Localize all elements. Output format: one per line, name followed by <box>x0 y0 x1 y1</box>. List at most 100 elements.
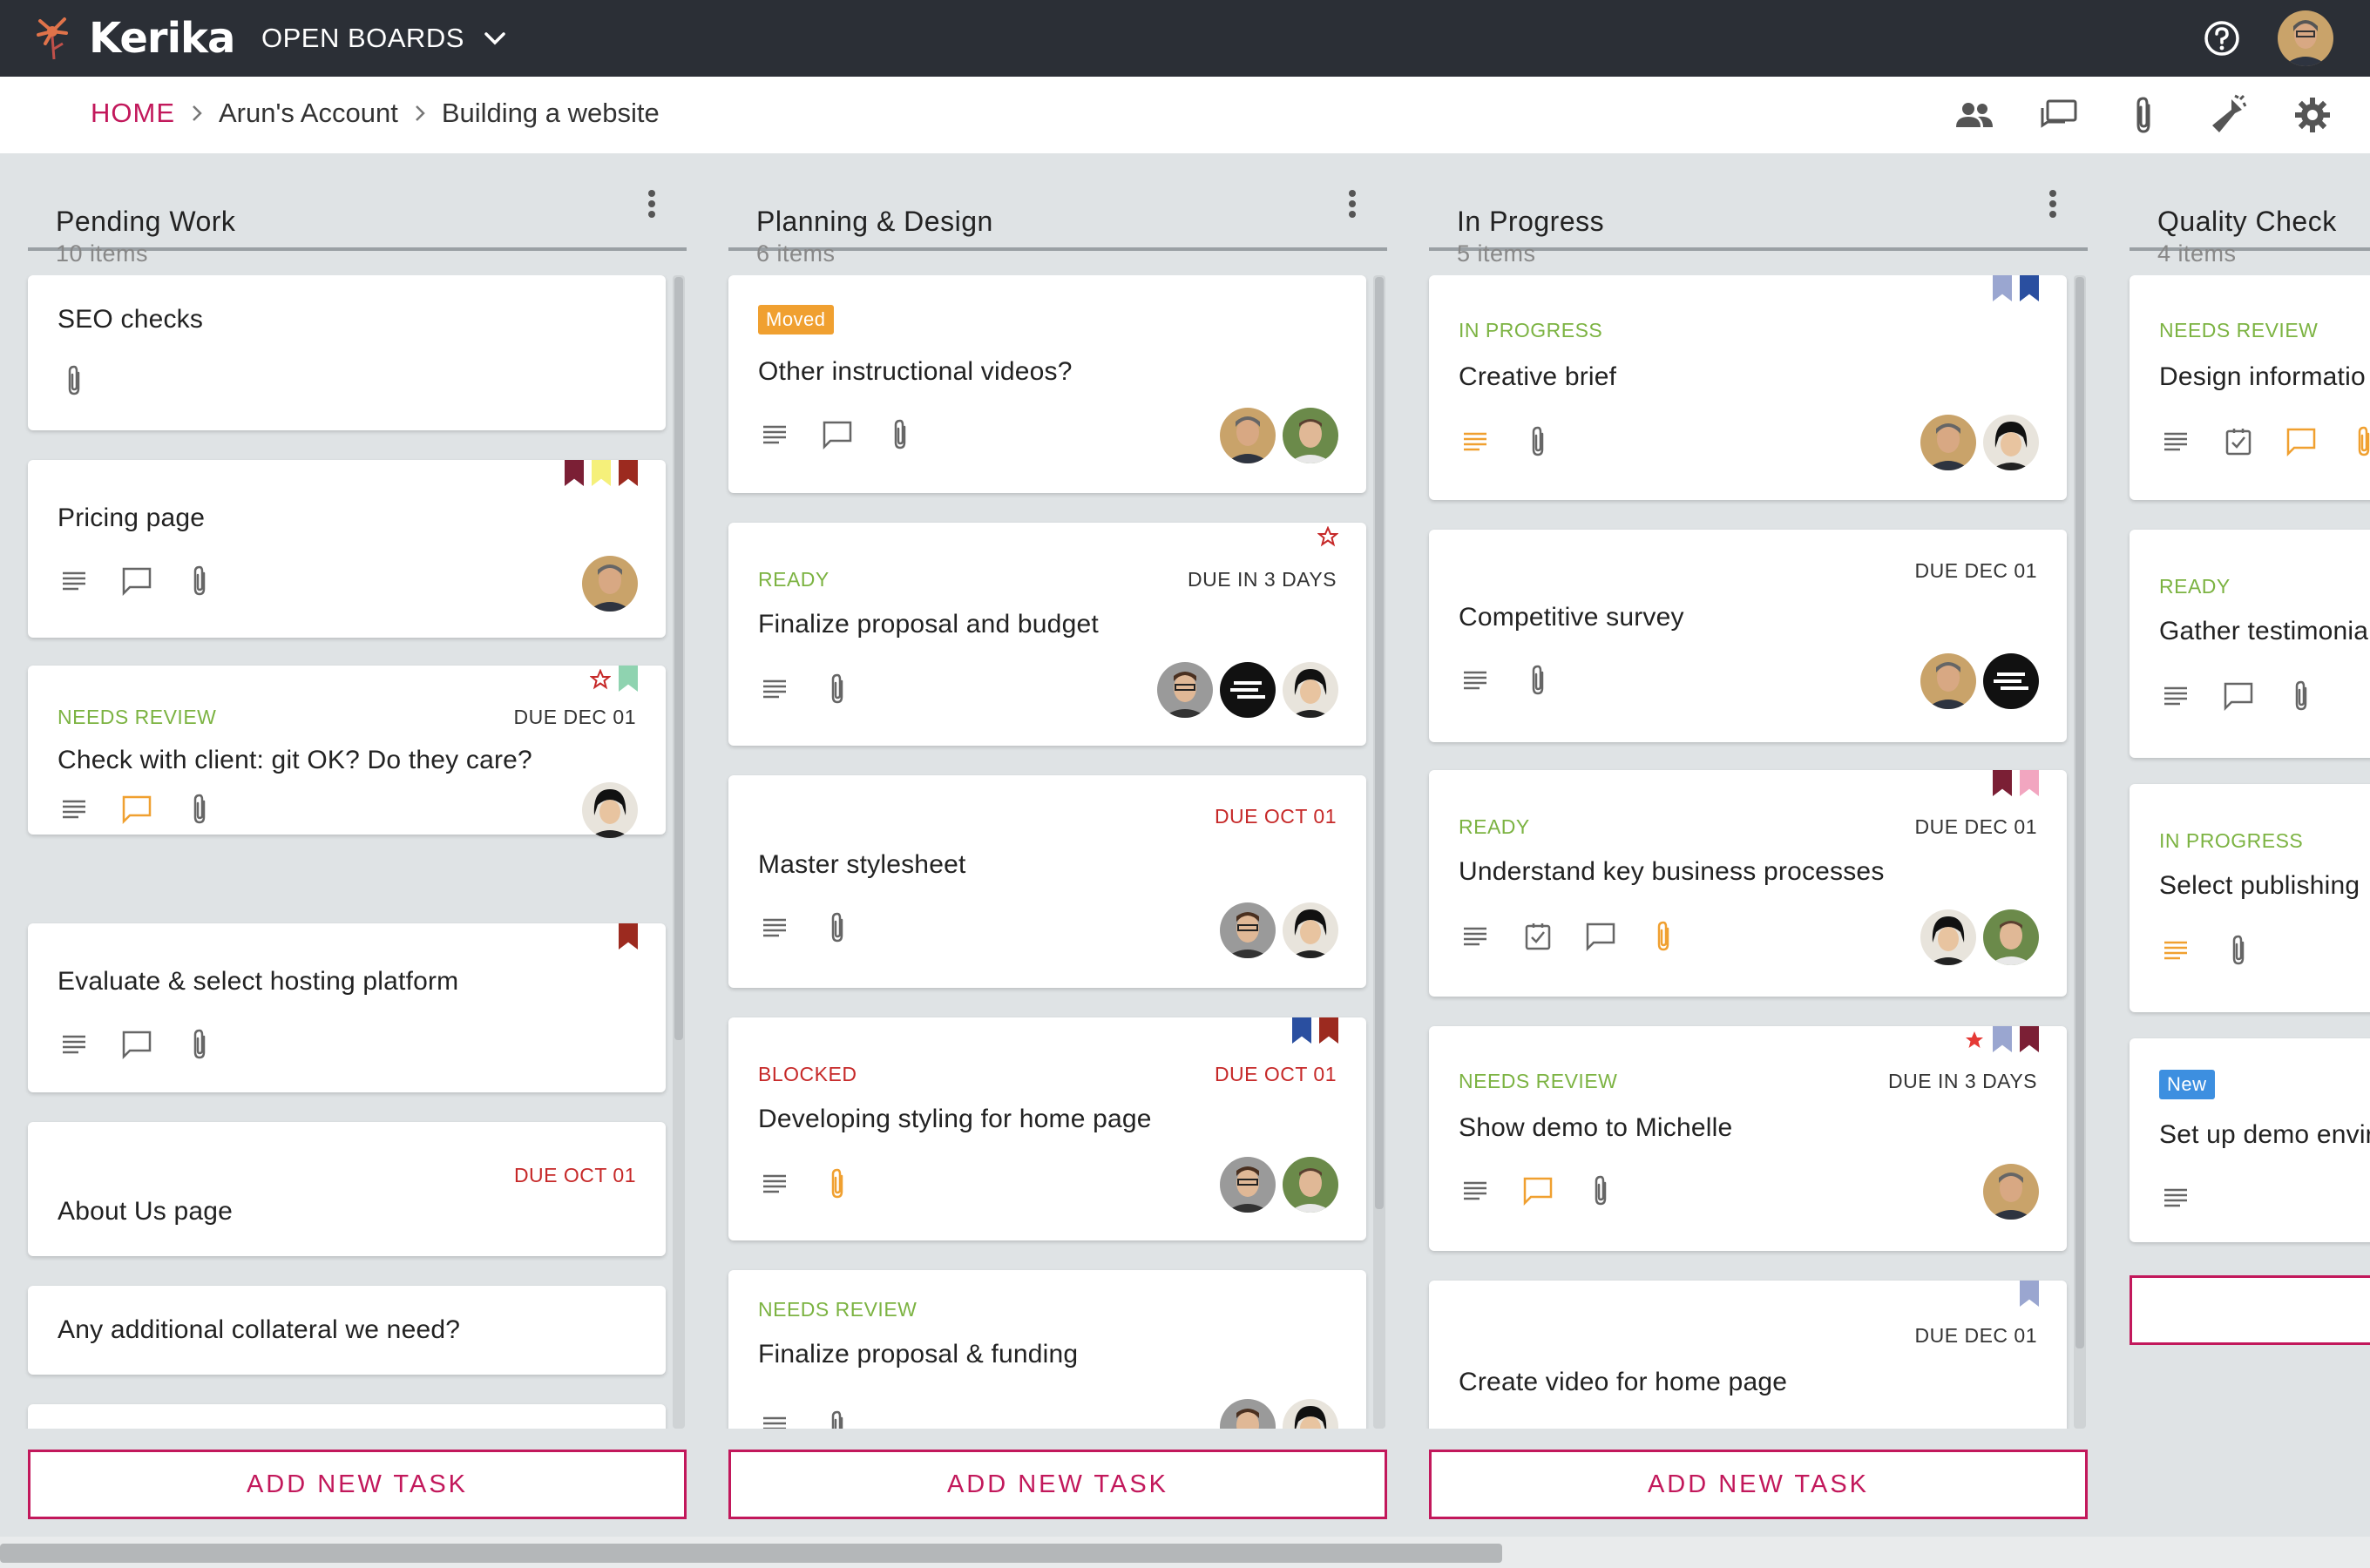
task-card[interactable]: IN PROGRESS Creative brief <box>1429 275 2067 500</box>
user-avatar[interactable] <box>2278 10 2333 66</box>
task-card[interactable]: READY Gather testimonia <box>2130 530 2370 758</box>
avatar[interactable] <box>1283 408 1338 463</box>
column-scrollbar-thumb[interactable] <box>674 277 683 1040</box>
task-card[interactable]: DUE DEC 01 Competitive survey <box>1429 530 2067 742</box>
task-card[interactable]: DUE OCT 01 Master stylesheet <box>728 775 1366 988</box>
description-icon <box>758 672 791 706</box>
task-card[interactable]: NEEDS REVIEW DUE IN 3 DAYS Show demo to … <box>1429 1026 2067 1251</box>
column-menu-icon[interactable] <box>643 186 660 221</box>
chat-icon[interactable] <box>2036 92 2082 138</box>
paperclip-icon <box>821 1409 854 1429</box>
description-icon <box>758 418 791 451</box>
task-card[interactable]: Pricing page <box>28 460 666 638</box>
card-list: SEO checks Pricing page NEEDS REVIEW DUE… <box>0 275 697 1429</box>
avatar[interactable] <box>1157 662 1213 718</box>
card-due-date: DUE OCT 01 <box>1214 805 1337 828</box>
paperclip-icon <box>183 564 216 598</box>
column-title: In Progress <box>1457 206 1605 237</box>
avatar[interactable] <box>1220 902 1276 958</box>
board-horizontal-scrollbar[interactable] <box>0 1537 2370 1568</box>
task-card[interactable]: READY DUE DEC 01 Understand key business… <box>1429 770 2067 997</box>
avatar[interactable] <box>1920 909 1976 965</box>
add-new-task-button[interactable]: ADD NEW TASK <box>28 1450 687 1519</box>
task-card[interactable]: DUE DEC 01 Create video for home page <box>1429 1281 2067 1429</box>
column-count: 4 items <box>2157 240 2237 267</box>
column-header: Pending Work 10 items <box>28 179 687 267</box>
avatar[interactable] <box>1220 1399 1276 1429</box>
description-icon <box>58 564 91 598</box>
avatar[interactable] <box>1983 415 2039 470</box>
description-icon <box>2159 425 2192 458</box>
avatar[interactable] <box>582 556 638 612</box>
card-title: Finalize proposal and budget <box>758 610 1099 639</box>
card-title: Other instructional videos? <box>758 357 1073 386</box>
card-status: IN PROGRESS <box>1459 319 1603 341</box>
avatar[interactable] <box>1983 1164 2039 1220</box>
task-card[interactable]: Moved Other instructional videos? <box>728 275 1366 493</box>
checklist-icon <box>2222 425 2255 458</box>
card-status: BLOCKED <box>758 1063 857 1085</box>
bookmark-flag <box>1993 770 2012 796</box>
task-card[interactable]: Evaluate & select hosting platform <box>28 923 666 1092</box>
card-title: Check with client: git OK? Do they care? <box>58 746 532 774</box>
avatar[interactable] <box>582 782 638 838</box>
gear-icon[interactable] <box>2290 92 2335 138</box>
breadcrumb-home[interactable]: HOME <box>91 98 175 129</box>
avatar[interactable] <box>1983 909 2039 965</box>
description-icon <box>758 1409 791 1429</box>
task-card[interactable]: NEEDS REVIEW Finalize proposal & funding <box>728 1270 1366 1429</box>
task-card[interactable] <box>28 1404 666 1429</box>
avatar[interactable] <box>1283 1399 1338 1429</box>
card-title: Show demo to Michelle <box>1459 1113 1733 1142</box>
task-card[interactable]: SEO checks <box>28 275 666 430</box>
avatar[interactable] <box>1920 415 1976 470</box>
column-planning-design: Planning & Design 6 items Moved Other in… <box>701 153 1387 1537</box>
task-card[interactable]: NEEDS REVIEW DUE DEC 01 Check with clien… <box>28 666 666 838</box>
description-icon <box>1459 1174 1492 1207</box>
help-icon[interactable] <box>2203 19 2241 57</box>
paperclip-icon <box>1647 920 1680 953</box>
avatar[interactable] <box>1283 1157 1338 1213</box>
column-title: Quality Check <box>2157 206 2337 237</box>
kerika-logo[interactable]: Kerika <box>35 10 235 66</box>
column-scrollbar[interactable] <box>1373 275 1385 1429</box>
task-card[interactable]: Any additional collateral we need? <box>28 1286 666 1375</box>
avatar[interactable] <box>1220 1157 1276 1213</box>
add-new-task-button[interactable]: ADD NEW TASK <box>728 1450 1387 1519</box>
card-status: IN PROGRESS <box>2159 829 2304 852</box>
task-card[interactable]: New Set up demo envir <box>2130 1038 2370 1242</box>
flashlight-icon[interactable] <box>2205 92 2251 138</box>
open-boards-menu[interactable]: OPEN BOARDS <box>261 21 506 56</box>
column-scrollbar[interactable] <box>2074 275 2086 1429</box>
avatar[interactable] <box>1220 408 1276 463</box>
column-scrollbar-thumb[interactable] <box>2075 277 2084 1348</box>
team-icon[interactable] <box>1952 92 1997 138</box>
horizontal-scrollbar-thumb[interactable] <box>0 1544 1502 1563</box>
task-card[interactable]: IN PROGRESS Select publishing <box>2130 784 2370 1012</box>
card-title: Pricing page <box>58 504 206 532</box>
avatar[interactable] <box>1920 653 1976 709</box>
card-title: Gather testimonia <box>2159 617 2369 645</box>
breadcrumb-account[interactable]: Arun's Account <box>219 98 398 129</box>
checklist-icon <box>1521 920 1554 953</box>
description-icon <box>58 1028 91 1061</box>
add-new-task-button[interactable]: A <box>2130 1275 2370 1345</box>
task-card[interactable]: BLOCKED DUE OCT 01 Developing styling fo… <box>728 1017 1366 1240</box>
top-bar: Kerika OPEN BOARDS <box>0 0 2370 77</box>
avatar[interactable] <box>1983 653 2039 709</box>
avatar[interactable] <box>1283 902 1338 958</box>
avatar[interactable] <box>1283 662 1338 718</box>
column-scrollbar-thumb[interactable] <box>1375 277 1384 1209</box>
add-new-task-button[interactable]: ADD NEW TASK <box>1429 1450 2088 1519</box>
card-title: Select publishing <box>2159 871 2360 900</box>
column-scrollbar[interactable] <box>673 275 685 1429</box>
task-card[interactable]: NEEDS REVIEW Design informatio <box>2130 275 2370 500</box>
column-menu-icon[interactable] <box>1344 186 1361 221</box>
avatar[interactable] <box>1220 662 1276 718</box>
column-menu-icon[interactable] <box>2044 186 2062 221</box>
description-icon <box>58 793 91 826</box>
paperclip-icon[interactable] <box>2121 92 2166 138</box>
task-card[interactable]: DUE OCT 01 About Us page <box>28 1122 666 1256</box>
task-card[interactable]: READY DUE IN 3 DAYS Finalize proposal an… <box>728 523 1366 746</box>
column-title: Planning & Design <box>756 206 993 237</box>
